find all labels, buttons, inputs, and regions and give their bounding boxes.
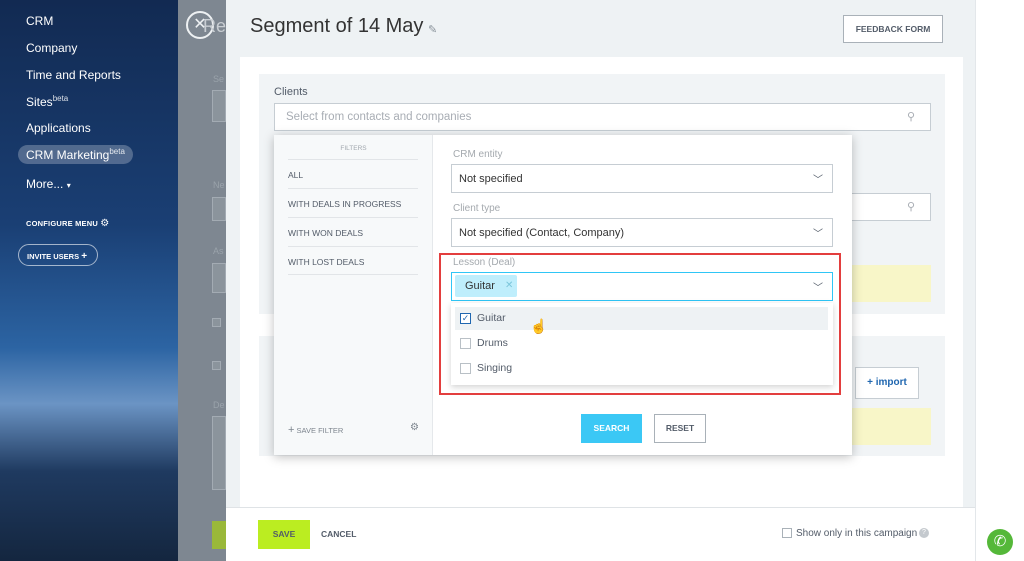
sidebar-item-label: CRM — [26, 14, 54, 28]
invite-users-label: INVITE USERS — [27, 252, 80, 261]
save-filter-label: SAVE FILTER — [296, 426, 344, 435]
checkbox-drums[interactable] — [460, 338, 471, 349]
ghost-label: As — [213, 246, 224, 256]
search-icon: ⚲ — [907, 111, 916, 123]
option-singing[interactable]: Singing — [455, 357, 828, 380]
preset-lost-deals[interactable]: WITH LOST DEALS — [288, 246, 418, 275]
filter-presets: FILTERS ALL WITH DEALS IN PROGRESS WITH … — [274, 135, 433, 455]
sidebar-item-label: Applications — [26, 121, 91, 135]
invite-users-button[interactable]: INVITE USERS + — [18, 244, 98, 266]
notice-area — [850, 408, 931, 445]
crm-entity-value: Not specified — [459, 173, 523, 185]
feedback-form-button[interactable]: FEEDBACK FORM — [843, 15, 943, 43]
client-type-select[interactable]: Not specified (Contact, Company) ﹀ — [451, 218, 833, 247]
phone-icon[interactable]: ✆ — [987, 529, 1013, 555]
cancel-button[interactable]: CANCEL — [321, 529, 356, 539]
sidebar-item-more[interactable]: More... ▾ — [26, 177, 71, 191]
ghost-checkbox — [212, 361, 221, 370]
filters-header: FILTERS — [340, 145, 367, 152]
sidebar-item-label: Time and Reports — [26, 68, 121, 82]
gear-icon[interactable]: ⚙ — [410, 422, 419, 433]
preset-all[interactable]: ALL — [288, 159, 418, 188]
save-button[interactable]: SAVE — [258, 520, 310, 549]
crm-entity-select[interactable]: Not specified ﹀ — [451, 164, 833, 193]
lesson-label: Lesson (Deal) — [453, 257, 516, 268]
ghost-save-button — [212, 521, 226, 549]
search-icon: ⚲ — [907, 201, 916, 213]
sidebar-item-crm[interactable]: CRM — [26, 14, 53, 28]
ghost-field — [212, 416, 226, 490]
client-type-label: Client type — [453, 203, 501, 214]
page-title: Segment of 14 May — [250, 15, 424, 37]
show-only-checkbox[interactable] — [782, 528, 792, 538]
ghost-field — [212, 90, 226, 122]
sidebar-item-sites[interactable]: Sitesbeta — [26, 94, 68, 109]
crm-entity-label: CRM entity — [453, 149, 503, 160]
clients-search-input[interactable]: Select from contacts and companies — [274, 103, 931, 131]
sidebar-item-label: More... — [26, 177, 64, 191]
hand-cursor-icon: ☝ — [530, 318, 548, 334]
save-filter-button[interactable]: + SAVE FILTER — [288, 424, 343, 436]
ghost-field — [212, 197, 226, 221]
sidebar-item-label: CRM Marketing — [26, 148, 110, 162]
ghost-label: De — [213, 400, 225, 410]
notice-area — [850, 265, 931, 302]
option-label: Singing — [477, 362, 513, 374]
chevron-down-icon: ﹀ — [813, 229, 823, 240]
option-drums[interactable]: Drums — [455, 332, 828, 355]
sidebar-item-crm-marketing[interactable]: CRM Marketingbeta — [18, 145, 133, 164]
chevron-down-icon: ﹀ — [813, 283, 823, 294]
option-label: Drums — [477, 337, 508, 349]
right-strip — [975, 0, 1024, 561]
checkbox-singing[interactable] — [460, 363, 471, 374]
configure-menu-link[interactable]: CONFIGURE MENU ⚙ — [26, 218, 109, 229]
sidebar-item-applications[interactable]: Applications — [26, 121, 91, 135]
preset-deals-in-progress[interactable]: WITH DEALS IN PROGRESS — [288, 188, 418, 217]
chevron-down-icon: ﹀ — [813, 175, 823, 186]
ghost-checkbox — [212, 318, 221, 327]
sidebar-item-company[interactable]: Company — [26, 41, 77, 55]
pencil-icon[interactable]: ✎ — [428, 23, 437, 36]
checkbox-guitar[interactable]: ✓ — [460, 313, 471, 324]
remove-tag-icon[interactable]: ✕ — [505, 280, 513, 291]
help-icon[interactable]: ? — [919, 528, 929, 538]
plus-icon: + — [288, 424, 295, 436]
configure-menu-label: CONFIGURE MENU — [26, 219, 98, 228]
sidebar-item-label: Sites — [26, 95, 53, 109]
ghost-label: Ne — [213, 180, 225, 190]
preset-won-deals[interactable]: WITH WON DEALS — [288, 217, 418, 246]
option-label: Guitar — [477, 312, 506, 324]
secondary-search-input[interactable] — [850, 193, 931, 221]
option-guitar[interactable]: Guitar — [455, 307, 828, 330]
beta-badge: beta — [52, 94, 69, 103]
sidebar-item-time-reports[interactable]: Time and Reports — [26, 68, 121, 82]
left-sidebar: CRM Company Time and Reports Sitesbeta A… — [0, 0, 178, 561]
show-only-label: Show only in this campaign — [796, 528, 918, 539]
client-type-value: Not specified (Contact, Company) — [459, 227, 625, 239]
ghost-label: Se — [213, 74, 225, 84]
plus-icon: + — [81, 251, 88, 262]
import-button[interactable]: + import — [855, 367, 919, 399]
beta-badge: beta — [109, 147, 125, 156]
clients-label: Clients — [274, 86, 308, 98]
ghost-field — [212, 263, 226, 293]
reset-button[interactable]: RESET — [654, 414, 706, 443]
gear-icon: ⚙ — [100, 218, 110, 229]
background-title: Re — [203, 16, 227, 36]
search-button[interactable]: SEARCH — [581, 414, 642, 443]
sidebar-item-label: Company — [26, 41, 78, 55]
chevron-down-icon: ▾ — [66, 181, 71, 190]
